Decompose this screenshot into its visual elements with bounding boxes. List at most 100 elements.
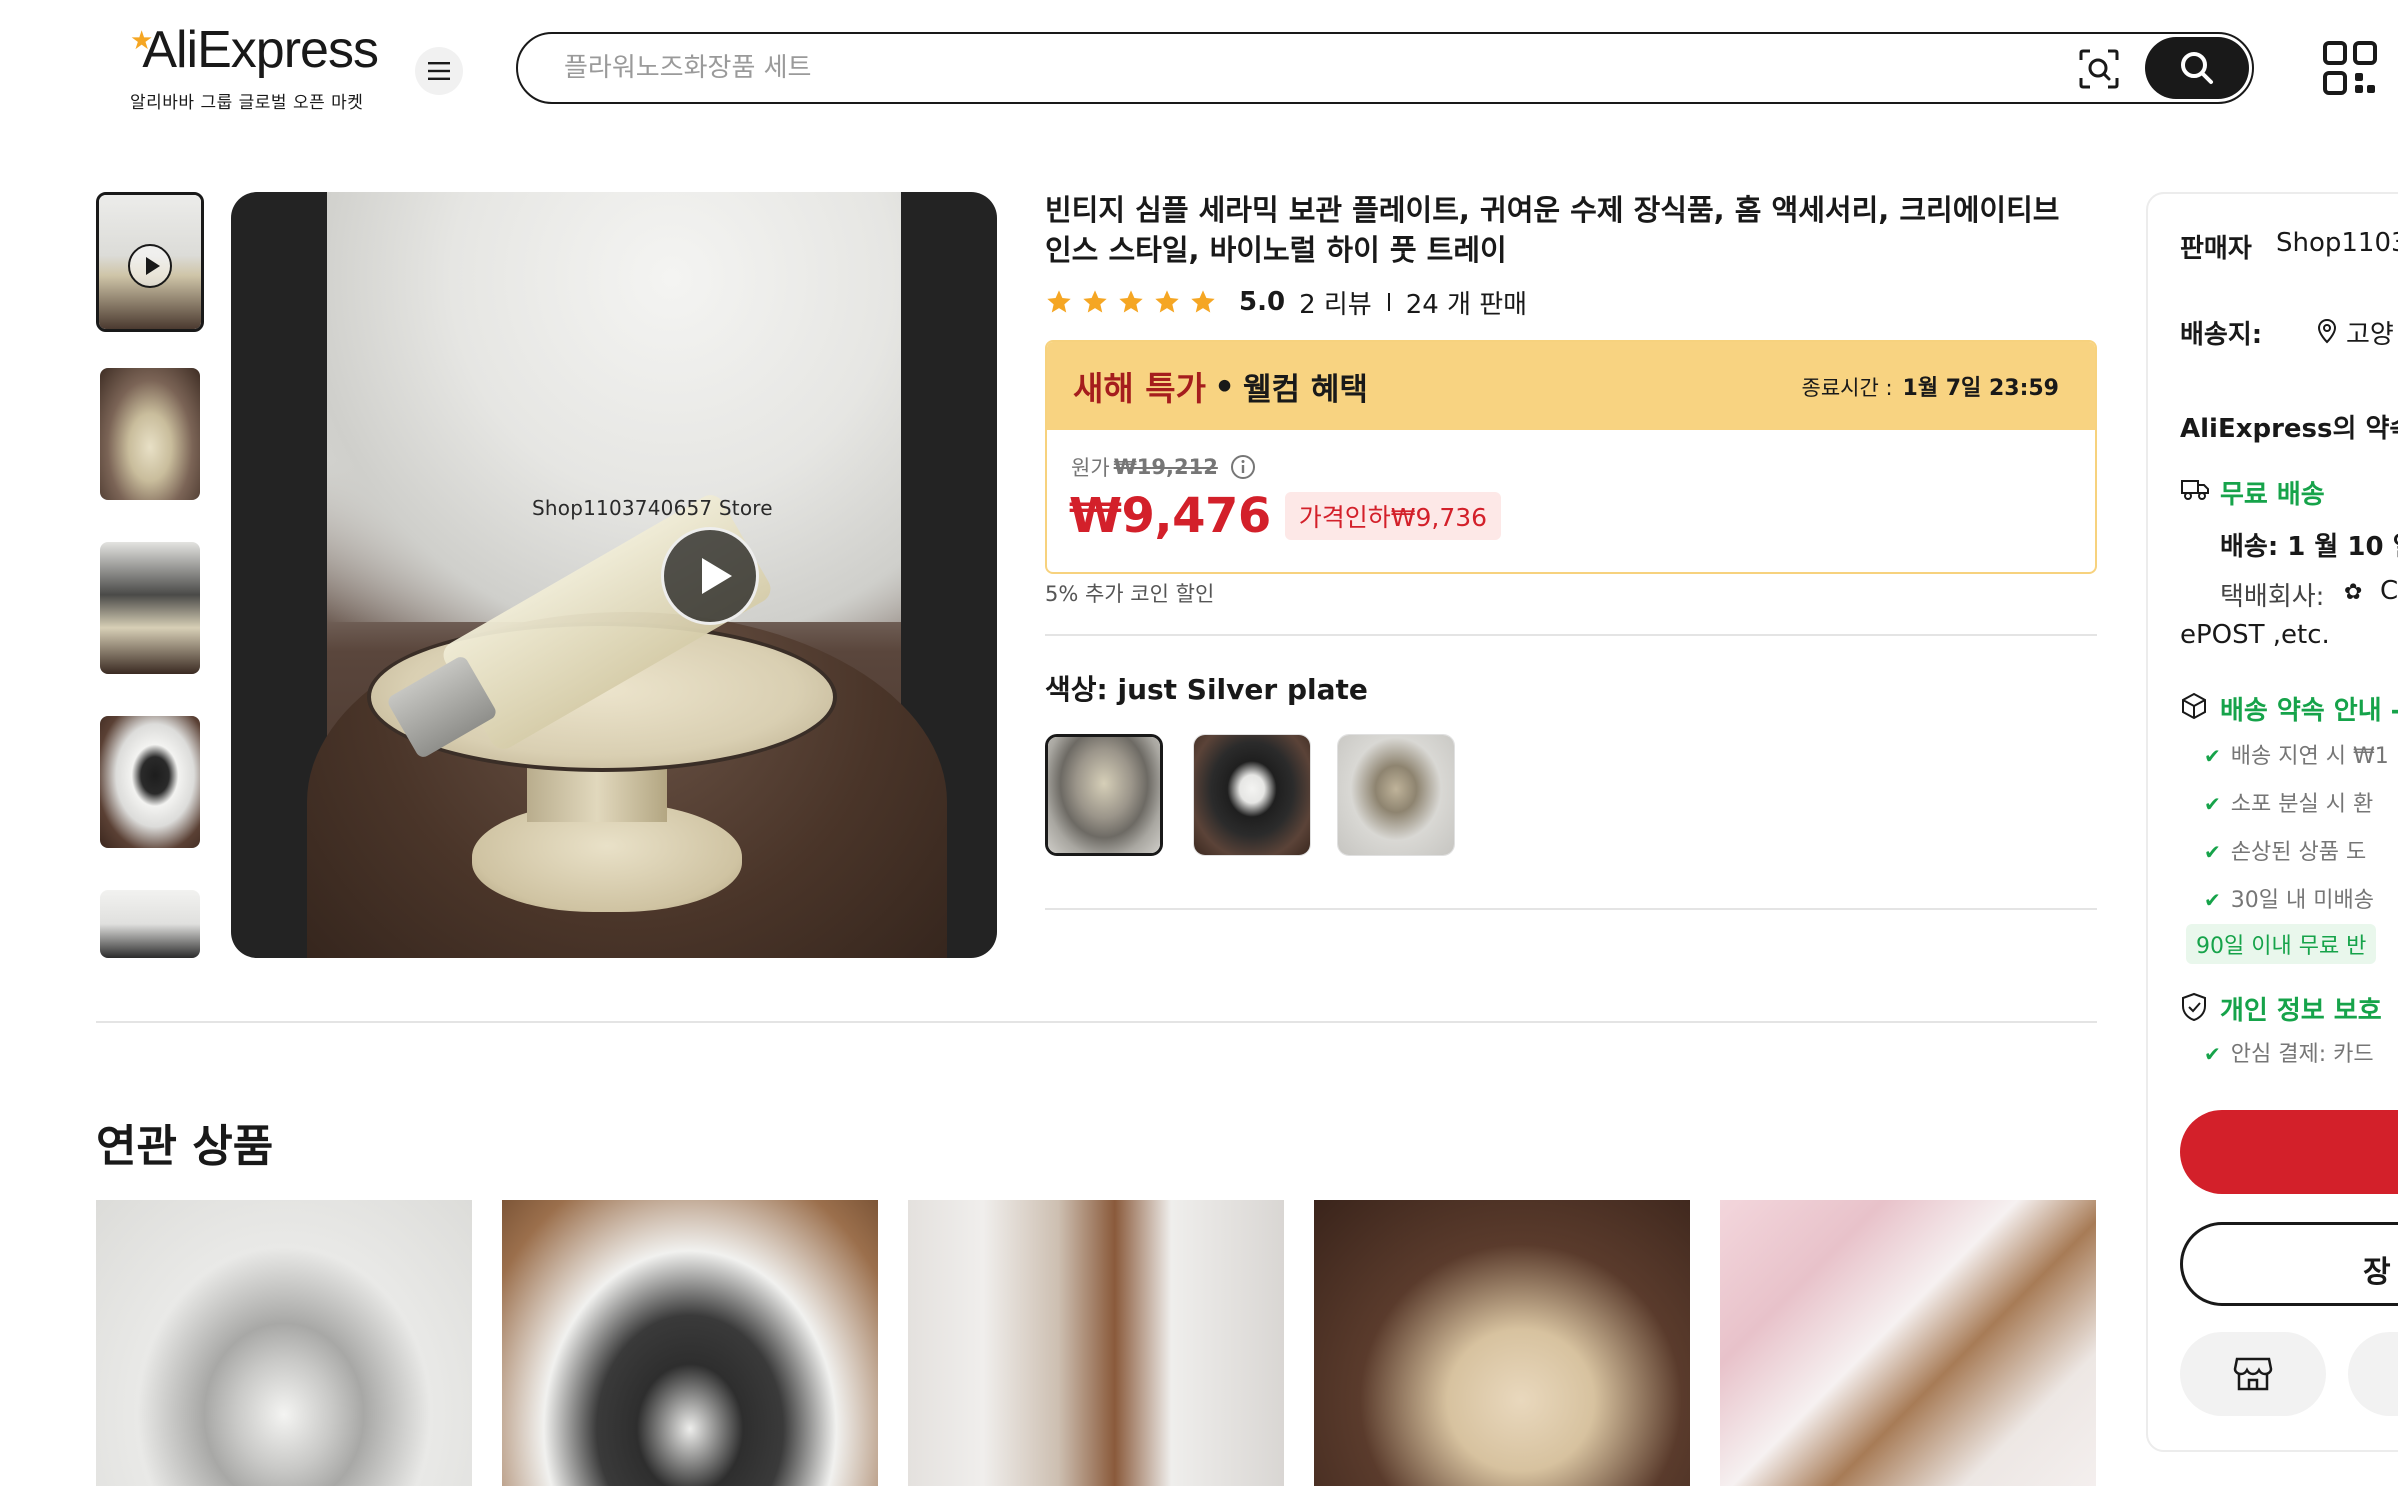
thumbnail-2[interactable] xyxy=(100,368,200,500)
related-product-card[interactable] xyxy=(96,1200,472,1486)
related-product-card[interactable] xyxy=(1314,1200,1690,1486)
related-product-card[interactable] xyxy=(908,1200,1284,1486)
original-price-row: 원가 ₩19,212 xyxy=(1071,452,1256,482)
courier-logo-icon: ✿ xyxy=(2344,580,2363,605)
image-search-icon[interactable] xyxy=(2078,48,2120,90)
related-product-image xyxy=(1720,1200,2096,1486)
check-icon: ✔ xyxy=(2204,1042,2221,1066)
guarantee-item: ✔ 소포 분실 시 환 xyxy=(2204,792,2374,817)
original-price: ₩19,212 xyxy=(1113,455,1218,479)
sold-count: 24 개 판매 xyxy=(1405,289,1528,320)
star-icon xyxy=(1155,290,1179,313)
related-products-title: 연관 상품 xyxy=(96,1121,274,1172)
related-product-card[interactable] xyxy=(502,1200,878,1486)
color-label: 색상: just Silver plate xyxy=(1045,673,1368,706)
thumbnail-image xyxy=(100,890,200,958)
store-icon xyxy=(2233,1357,2273,1391)
menu-button[interactable] xyxy=(415,47,463,95)
ship-to-value[interactable]: 고양 xyxy=(2346,314,2394,351)
play-button[interactable] xyxy=(661,527,759,625)
courier-cut: C xyxy=(2380,576,2398,606)
buy-now-button[interactable] xyxy=(2180,1110,2398,1194)
check-icon: ✔ xyxy=(2204,840,2221,864)
thumbnail-image xyxy=(100,716,200,848)
star-icon xyxy=(1191,290,1215,313)
rating-value: 5.0 xyxy=(1239,287,1286,317)
divider xyxy=(96,1021,2097,1023)
related-product-image xyxy=(96,1200,472,1486)
aliexpress-logo[interactable]: ★AliExpress 알리바바 그룹 글로벌 오픈 마켓 xyxy=(130,21,379,113)
promo-subtitle: 웰컴 혜택 xyxy=(1243,371,1368,408)
logo-wordmark: ★AliExpress xyxy=(130,21,379,79)
related-product-card[interactable] xyxy=(1720,1200,2096,1486)
logo-star-icon: ★ xyxy=(130,25,153,55)
search-button[interactable] xyxy=(2145,37,2249,99)
color-option-image xyxy=(1048,737,1160,853)
coin-discount: 5% 추가 코인 할인 xyxy=(1045,582,1215,606)
purchase-panel: 판매자 Shop1103 배송지: 고양 AliExpress의 약속 무료 배… xyxy=(2146,192,2398,1452)
star-icon xyxy=(1083,290,1107,313)
promo-box: 새해 특가 • 웰컴 혜택 종료시간 :1월 7일 23:59 원가 ₩19,2… xyxy=(1045,340,2097,574)
package-icon xyxy=(2182,692,2206,720)
related-product-image xyxy=(502,1200,878,1486)
ship-to-label: 배송지: xyxy=(2180,320,2263,350)
related-product-image xyxy=(908,1200,1284,1486)
delivery-guarantee-link[interactable]: 배송 약속 안내 - xyxy=(2220,690,2398,727)
search-input[interactable] xyxy=(564,34,1964,102)
seller-label: 판매자 xyxy=(2180,234,2252,264)
divider xyxy=(1045,908,2097,910)
video-watermark: Shop1103740657 Store xyxy=(532,496,773,520)
courier-value: ePOST ,etc. xyxy=(2180,620,2330,650)
seller-name-link[interactable]: Shop1103 xyxy=(2276,228,2398,258)
privacy-link[interactable]: 개인 정보 보호 xyxy=(2220,990,2382,1027)
color-option-black[interactable] xyxy=(1193,734,1311,856)
thumbnail-5[interactable] xyxy=(100,890,200,958)
delivery-date: 배송: 1 월 10 일 xyxy=(2220,532,2398,562)
color-option-beige[interactable] xyxy=(1337,734,1455,856)
search-bar xyxy=(516,32,2254,104)
promo-dot: • xyxy=(1213,366,1236,406)
thumbnail-video[interactable] xyxy=(96,192,204,332)
guarantee-item: ✔ 배송 지연 시 ₩1 xyxy=(2204,744,2389,769)
guarantee-item: ✔ 30일 내 미배송 xyxy=(2204,888,2374,913)
location-pin-icon xyxy=(2317,318,2337,344)
promo-end-time: 종료시간 :1월 7일 23:59 xyxy=(1801,376,2059,401)
privacy-item: ✔ 안심 결제: 카드 xyxy=(2204,1042,2374,1067)
rating-row: 5.0 2 리뷰 24 개 판매 xyxy=(1045,282,1527,322)
play-icon xyxy=(128,244,172,288)
color-option-silver[interactable] xyxy=(1045,734,1163,856)
check-icon: ✔ xyxy=(2204,888,2221,912)
share-button[interactable] xyxy=(2348,1332,2398,1416)
courier-label: 택배회사: xyxy=(2220,582,2325,612)
original-price-label: 원가 xyxy=(1071,456,1110,480)
price-row: ₩9,476 가격인하₩9,736 xyxy=(1069,488,1502,544)
logo-tagline: 알리바바 그룹 글로벌 오픈 마켓 xyxy=(130,93,364,113)
info-icon[interactable] xyxy=(1230,454,1256,480)
product-video[interactable]: Shop1103740657 Store xyxy=(231,192,997,958)
rating-stars xyxy=(1045,288,1217,316)
divider xyxy=(1387,293,1390,311)
free-return-badge: 90일 이내 무료 반 xyxy=(2186,924,2377,964)
truck-icon xyxy=(2181,480,2209,500)
qr-code-icon[interactable] xyxy=(2322,40,2378,96)
cart-button-label: 장 xyxy=(2363,1255,2391,1290)
thumbnail-3[interactable] xyxy=(100,542,200,674)
sale-price: ₩9,476 xyxy=(1069,488,1271,544)
color-option-image xyxy=(1338,735,1454,855)
free-shipping: 무료 배송 xyxy=(2220,480,2325,510)
promise-title: AliExpress의 약속 xyxy=(2180,414,2398,444)
hamburger-icon xyxy=(428,62,450,80)
check-icon: ✔ xyxy=(2204,744,2221,768)
color-option-image xyxy=(1194,735,1310,855)
thumbnail-image xyxy=(100,368,200,500)
add-to-cart-button[interactable]: 장 xyxy=(2180,1222,2398,1306)
thumbnail-image xyxy=(100,542,200,674)
store-button[interactable] xyxy=(2180,1332,2326,1416)
promo-banner: 새해 특가 • 웰컴 혜택 종료시간 :1월 7일 23:59 xyxy=(1047,342,2095,430)
divider xyxy=(1045,634,2097,636)
star-icon xyxy=(1119,290,1143,313)
product-photo: Shop1103740657 Store xyxy=(307,192,947,958)
review-count-link[interactable]: 2 리뷰 xyxy=(1299,284,1372,321)
check-icon: ✔ xyxy=(2204,792,2221,816)
thumbnail-4[interactable] xyxy=(100,716,200,848)
